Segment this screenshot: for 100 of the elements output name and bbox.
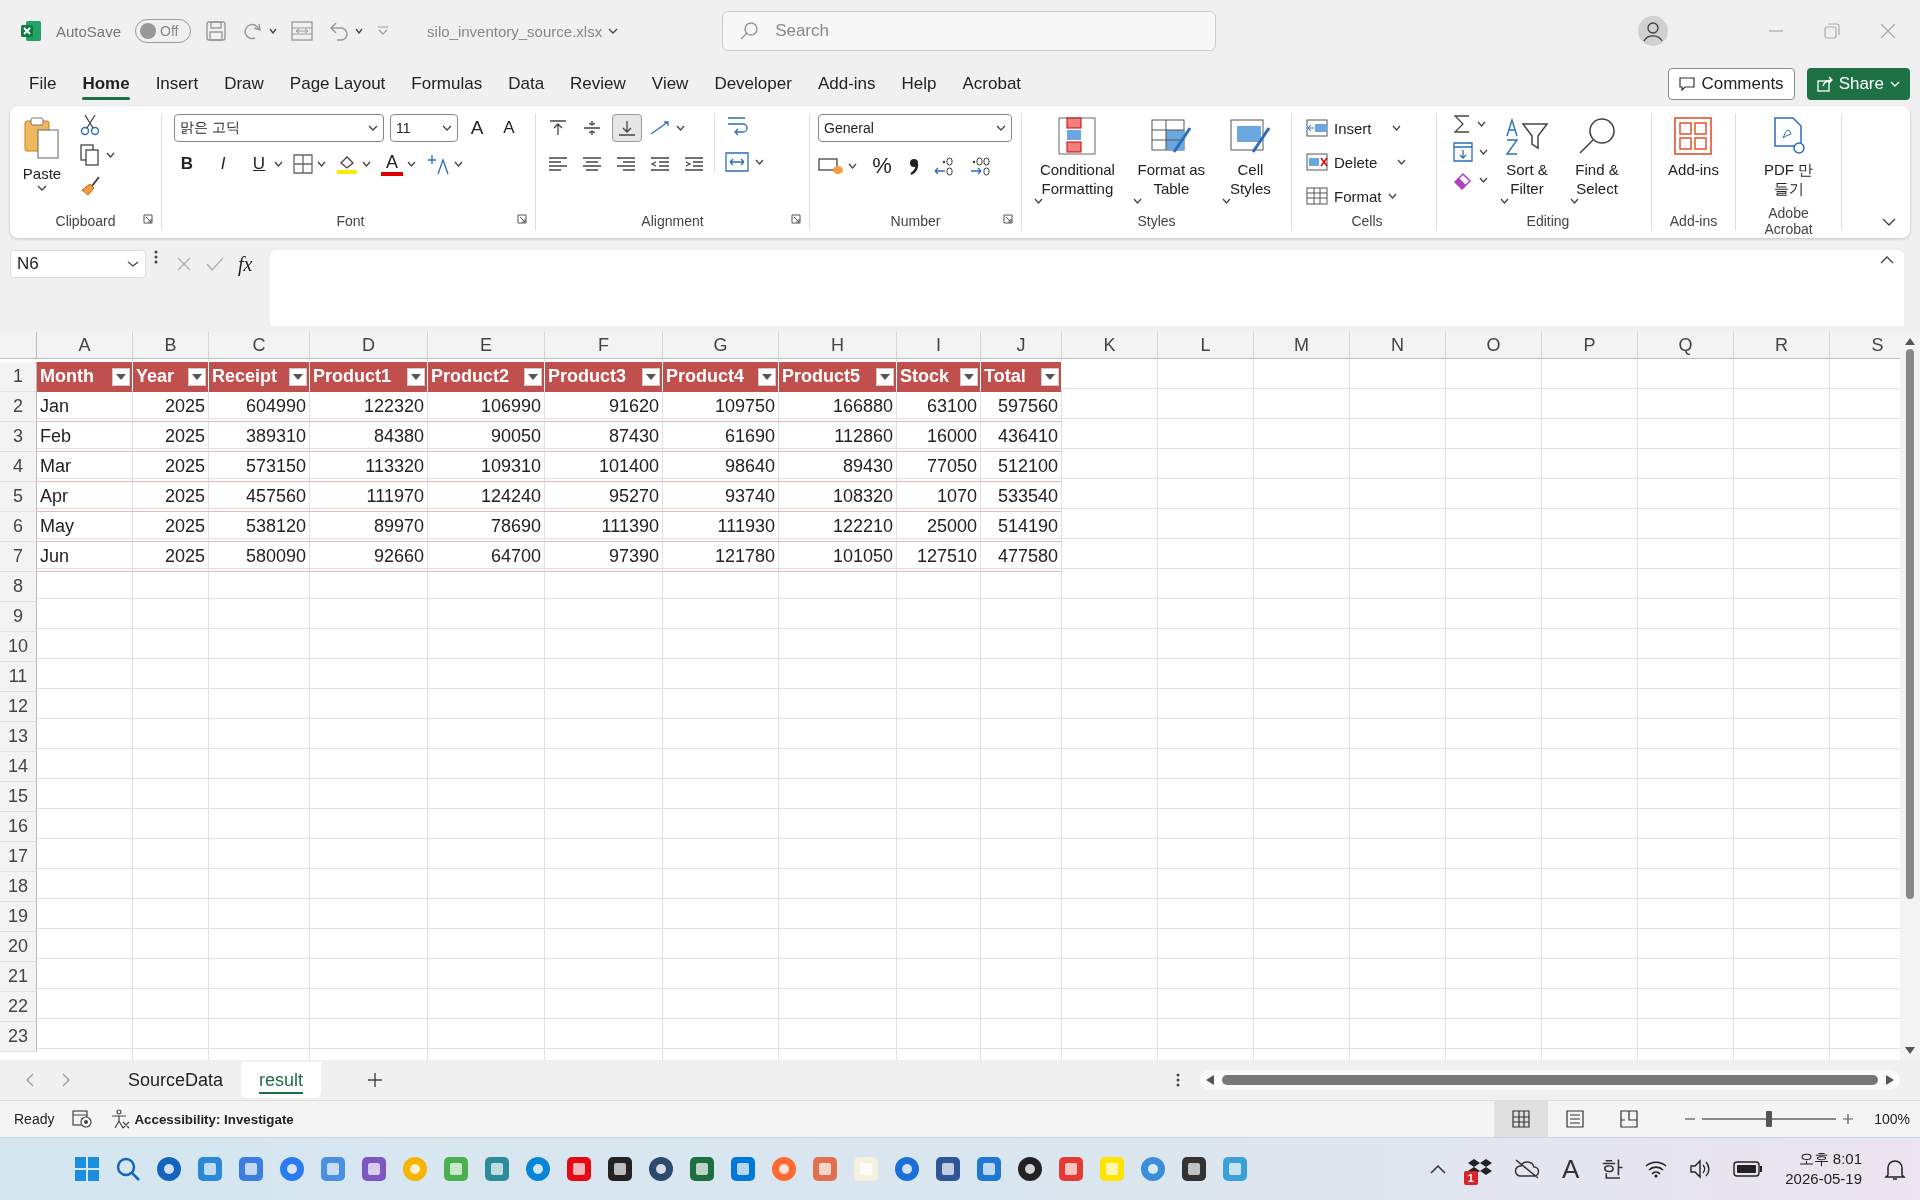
filter-dropdown-icon[interactable] [528,373,538,380]
number-format-field[interactable]: General [818,114,1012,142]
row-number[interactable]: 22 [0,992,37,1022]
share-button[interactable]: Share [1806,68,1910,100]
filter-dropdown-icon[interactable] [411,373,421,380]
shrink-font-button[interactable]: A [496,114,522,142]
row-number[interactable]: 3 [0,422,37,452]
format-cells-button[interactable]: Format [1306,182,1397,210]
search-icon[interactable] [115,1156,141,1182]
normal-view-button[interactable] [1494,1101,1548,1137]
row-number[interactable]: 10 [0,632,37,662]
percent-button[interactable]: % [869,152,895,180]
row-number[interactable]: 20 [0,932,37,962]
ribbon-tab[interactable]: Add-ins [804,66,889,102]
find-select-button[interactable]: Find & Select [1566,114,1628,208]
column-header[interactable]: A [37,332,133,359]
collapse-ribbon-icon[interactable] [1882,218,1896,226]
clock[interactable]: 오후 8:01 2026-05-19 [1785,1149,1862,1189]
column-header[interactable]: G [663,332,779,359]
row-number[interactable]: 6 [0,512,37,542]
ribbon-tab[interactable]: Help [888,66,950,102]
row-number[interactable]: 21 [0,962,37,992]
row-number[interactable]: 8 [0,572,37,602]
scissors-icon[interactable] [80,114,100,136]
next-sheet-icon[interactable] [62,1073,70,1087]
column-header[interactable]: J [981,332,1062,359]
language-indicator[interactable]: 한 [1601,1154,1624,1184]
battery-icon[interactable] [1733,1161,1764,1177]
copy-icon[interactable] [80,144,100,166]
underline-button[interactable]: U [246,150,272,178]
row-number[interactable]: 15 [0,782,37,812]
zoom-slider-thumb[interactable] [1766,1111,1772,1127]
insert-cells-button[interactable]: Insert [1306,114,1401,142]
cell-styles-button[interactable]: Cell Styles [1217,114,1283,208]
font-name-field[interactable]: 맑은 고딕 [174,114,384,142]
collapse-icon[interactable] [1880,256,1895,264]
speaker-icon[interactable] [1689,1159,1712,1179]
ribbon-tab[interactable]: Home [69,66,143,102]
bottom-align-button[interactable] [612,114,642,142]
chevron-up-icon[interactable] [1429,1164,1446,1174]
column-header[interactable]: L [1158,332,1254,359]
sort-filter-button[interactable]: Sort & Filter [1496,114,1558,208]
column-header[interactable]: H [779,332,897,359]
app-square-icon[interactable] [935,1156,961,1182]
column-header[interactable]: C [209,332,310,359]
dialog-launcher-icon[interactable] [517,214,527,224]
column-header[interactable]: I [897,332,981,359]
filter-dropdown-icon[interactable] [1045,373,1055,380]
add-sheet-icon[interactable] [367,1072,384,1088]
sheet-tab[interactable]: SourceData [110,1062,242,1098]
column-header[interactable]: B [133,332,209,359]
ribbon-tab[interactable]: Formulas [398,66,496,102]
italic-button[interactable]: I [210,150,236,178]
font-color-button[interactable]: A [381,152,403,176]
windows-start-icon[interactable] [74,1156,100,1182]
column-header[interactable]: Q [1638,332,1734,359]
zoom-in-icon[interactable] [1842,1113,1854,1125]
filter-dropdown-icon[interactable] [293,373,303,380]
row-number[interactable]: 17 [0,842,37,872]
row-number[interactable]: 11 [0,662,37,692]
zoom-level[interactable]: 100% [1854,1111,1920,1127]
conditional-formatting-button[interactable]: Conditional Formatting [1030,114,1125,208]
column-header[interactable]: O [1446,332,1542,359]
autosum-icon[interactable] [1453,114,1471,134]
filter-dropdown-icon[interactable] [116,373,126,380]
cloud-off-icon[interactable] [1513,1158,1540,1180]
column-header[interactable]: P [1542,332,1638,359]
ribbon-tab[interactable]: Review [557,66,639,102]
formula-field[interactable] [270,250,1905,326]
fill-down-icon[interactable] [1453,142,1473,162]
comments-button[interactable]: Comments [1668,68,1795,100]
filter-dropdown-icon[interactable] [880,373,890,380]
app-square-icon[interactable] [607,1156,633,1182]
row-number[interactable]: 13 [0,722,37,752]
dialog-launcher-icon[interactable] [1003,214,1013,224]
column-header[interactable]: E [428,332,545,359]
ribbon-tab[interactable]: Developer [701,66,805,102]
ribbon-tab[interactable]: File [16,66,70,102]
add-ins-button[interactable]: Add-ins [1664,114,1723,181]
previous-sheet-icon[interactable] [26,1073,34,1087]
format-as-table-button[interactable]: Format as Table [1128,114,1214,208]
accessibility-button[interactable]: Accessibility: Investigate [110,1109,294,1129]
row-number[interactable]: 1 [0,362,37,392]
row-number[interactable]: 18 [0,872,37,902]
create-pdf-button[interactable]: PDF 만들기 [1758,114,1819,200]
dialog-launcher-icon[interactable] [791,214,801,224]
bold-button[interactable]: B [174,150,200,178]
notification-bell-icon[interactable] [1884,1157,1906,1181]
search-field[interactable]: Search [722,11,1217,51]
column-header[interactable]: K [1062,332,1158,359]
ribbon-tab[interactable]: Acrobat [949,66,1035,102]
row-number[interactable]: 9 [0,602,37,632]
ribbon-tab[interactable]: Draw [211,66,277,102]
format-painter-icon[interactable] [80,174,102,196]
column-header[interactable]: N [1350,332,1446,359]
paste-button[interactable]: Paste [18,114,66,195]
row-number[interactable]: 4 [0,452,37,482]
column-header[interactable]: D [310,332,428,359]
avatar-icon[interactable] [1638,16,1668,46]
ribbon-tab[interactable]: Page Layout [276,66,399,102]
